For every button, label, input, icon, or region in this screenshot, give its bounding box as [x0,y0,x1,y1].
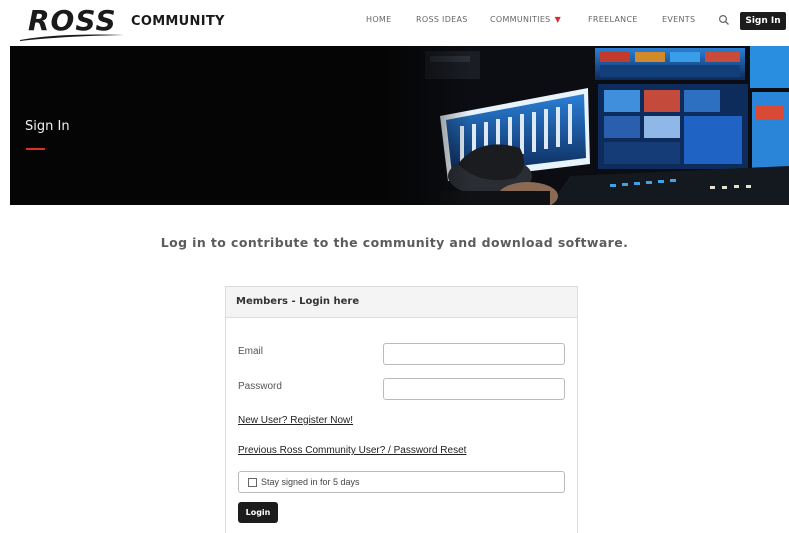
nav-ross-ideas[interactable]: ROSS IDEAS [416,15,468,24]
nav-home[interactable]: HOME [366,15,391,24]
hero-banner: Sign In [10,46,789,205]
email-field[interactable] [383,343,565,365]
search-icon[interactable] [718,14,730,26]
password-label: Password [238,381,282,392]
nav-freelance[interactable]: FREELANCE [588,15,638,24]
register-link[interactable]: New User? Register Now! [238,415,353,426]
ross-logo[interactable]: ROSS COMMUNITY [19,4,224,42]
page-title: Sign In [25,119,70,134]
page-tagline: Log in to contribute to the community an… [160,235,629,250]
nav-events[interactable]: EVENTS [662,15,695,24]
login-panel-title: Members - Login here [226,287,577,318]
email-label: Email [238,346,264,357]
nav-communities-label: COMMUNITIES [490,15,551,24]
login-panel: Members - Login here Email Password New … [225,286,578,533]
password-field[interactable] [383,378,565,400]
stay-signed-in-checkbox[interactable] [248,478,257,487]
nav-communities[interactable]: COMMUNITIES ▼ [490,15,561,24]
broadcast-control-room-image [380,46,789,205]
site-header: ROSS COMMUNITY HOME ROSS IDEAS COMMUNITI… [0,0,789,46]
sign-in-button[interactable]: Sign In [740,12,786,30]
logo-swoosh [20,34,124,41]
logo-community-text: COMMUNITY [131,14,225,29]
password-reset-link[interactable]: Previous Ross Community User? / Password… [238,445,466,456]
stay-signed-in-label: Stay signed in for 5 days [261,477,360,487]
login-button[interactable]: Login [238,502,278,523]
title-underline [26,148,45,150]
chevron-down-icon: ▼ [554,15,562,24]
stay-signed-in-option[interactable]: Stay signed in for 5 days [238,471,565,493]
